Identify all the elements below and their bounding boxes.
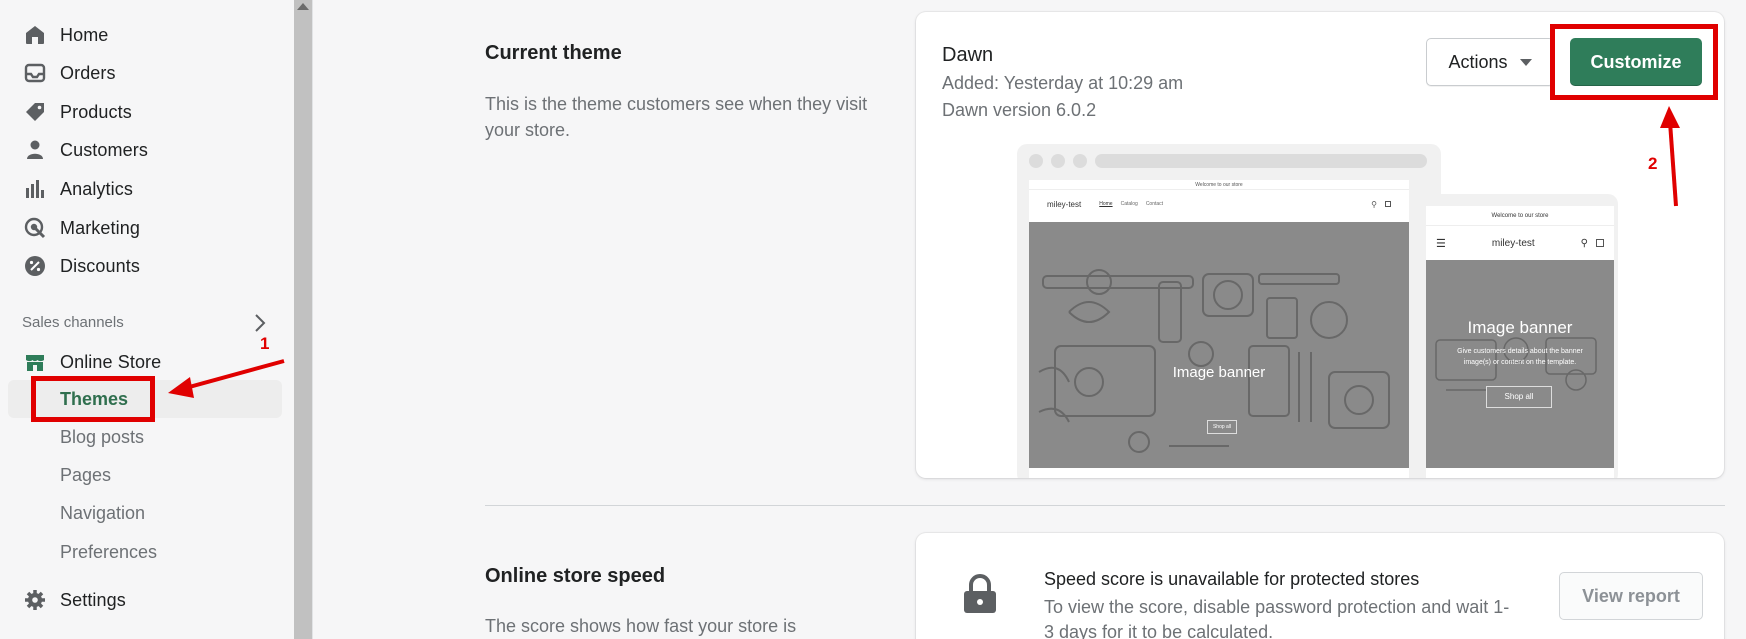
mobile-store-name: miley-test [1491,237,1535,249]
view-report-label: View report [1582,585,1680,606]
mobile-header: ☰ miley-test ⚲ [1426,226,1614,260]
theme-name: Dawn [942,44,994,66]
banner-title-mobile: Image banner [1467,318,1573,337]
speed-card-description: To view the score, disable password prot… [1044,597,1510,639]
nav-settings[interactable]: Settings [0,582,282,618]
preview-search-icon: ⚲ [1371,199,1377,209]
desktop-preview[interactable]: Welcome to our store miley-test Home Cat… [1017,144,1441,478]
preview-nav-links: Home Catalog Contact [1099,201,1163,207]
banner-shop-button-mobile: Shop all [1486,386,1552,408]
nav-discounts[interactable]: Discounts [0,248,282,284]
theme-version: Dawn version 6.0.2 [942,100,1097,120]
preview-link-contact: Contact [1145,201,1164,207]
section-divider [485,505,1725,506]
nav-online-store[interactable]: Online Store [0,344,282,380]
theme-added: Added: Yesterday at 10:29 am [942,73,1184,93]
sub-item-pages[interactable]: Pages [60,465,111,486]
annotation-highlight-themes [31,376,155,422]
mobile-announcement: Welcome to our store [1426,206,1614,226]
desktop-preview-page: Welcome to our store miley-test Home Cat… [1029,180,1409,478]
sales-channels-label: Sales channels [22,314,124,331]
nav-marketing[interactable]: Marketing [0,210,282,246]
speed-description: The score shows how fast your store is [485,616,797,636]
nav-home[interactable]: Home [0,17,282,53]
preview-store-name: miley-test [1047,199,1082,209]
speed-title: Online store speed [485,565,666,587]
actions-button[interactable]: Actions [1426,38,1554,86]
view-report-button[interactable]: View report [1559,572,1703,620]
bar-chart-icon [22,176,48,202]
mobile-menu-icon: ☰ [1436,237,1446,250]
browser-url-bar [1095,154,1427,168]
scroll-up-arrow-icon[interactable] [297,3,309,10]
mobile-preview-page: Welcome to our store ☰ miley-test ⚲ Imag… [1426,206,1614,478]
nav-discounts-label: Discounts [60,255,140,276]
nav-orders-label: Orders [60,62,116,83]
current-theme-title: Current theme [485,42,622,64]
store-icon [22,349,48,375]
sidebar-scrollbar[interactable] [294,0,312,639]
preview-image-banner: Image banner Shop all [1029,222,1409,468]
nav-analytics[interactable]: Analytics [0,171,282,207]
nav-home-label: Home [60,24,109,45]
nav-marketing-label: Marketing [60,217,140,238]
sub-item-navigation[interactable]: Navigation [60,503,145,524]
preview-cart-icon [1385,201,1391,207]
speed-card: Speed score is unavailable for protected… [916,533,1724,639]
inbox-icon [22,60,48,86]
mobile-search-icon: ⚲ [1580,237,1588,249]
sub-item-blog-posts[interactable]: Blog posts [60,427,144,448]
caret-down-icon [1519,58,1532,66]
home-icon [22,22,48,48]
banner-title-desktop: Image banner [1172,364,1266,381]
lock-icon [962,573,998,620]
nav-products[interactable]: Products [0,94,282,130]
banner-description-mobile: Give customers details about the banner … [1457,348,1583,366]
annotation-highlight-customize [1550,24,1718,100]
annotation-number-1: 1 [260,334,270,353]
gear-icon [22,587,48,613]
actions-label: Actions [1448,51,1508,72]
vertical-divider [312,0,313,639]
percent-badge-icon [22,253,48,279]
nav-settings-label: Settings [60,589,126,610]
nav-analytics-label: Analytics [60,178,133,199]
sub-item-preferences[interactable]: Preferences [60,542,157,563]
nav-online-store-label: Online Store [60,351,162,372]
nav-customers[interactable]: Customers [0,132,282,168]
nav-customers-label: Customers [60,139,148,160]
current-theme-description: This is the theme customers see when the… [485,94,868,140]
speed-card-title: Speed score is unavailable for protected… [1044,569,1420,589]
tag-icon [22,99,48,125]
chevron-right-icon[interactable] [250,312,270,334]
mobile-cart-icon [1596,239,1604,247]
mobile-image-banner: Image banner Give customers details abou… [1426,260,1614,468]
nav-orders[interactable]: Orders [0,55,282,91]
preview-link-home: Home [1099,201,1113,207]
preview-link-catalog: Catalog [1120,201,1138,207]
preview-announcement: Welcome to our store [1029,180,1409,190]
nav-products-label: Products [60,101,132,122]
preview-header: miley-test Home Catalog Contact ⚲ [1029,190,1409,218]
annotation-number-2: 2 [1648,154,1658,173]
sidebar: Home Orders Products Customers Analytics… [0,0,294,639]
person-icon [22,137,48,163]
banner-shop-button-desktop: Shop all [1207,420,1237,434]
mobile-preview[interactable]: Welcome to our store ☰ miley-test ⚲ Imag… [1418,194,1618,478]
target-icon [22,215,48,241]
browser-dots [1029,154,1087,168]
